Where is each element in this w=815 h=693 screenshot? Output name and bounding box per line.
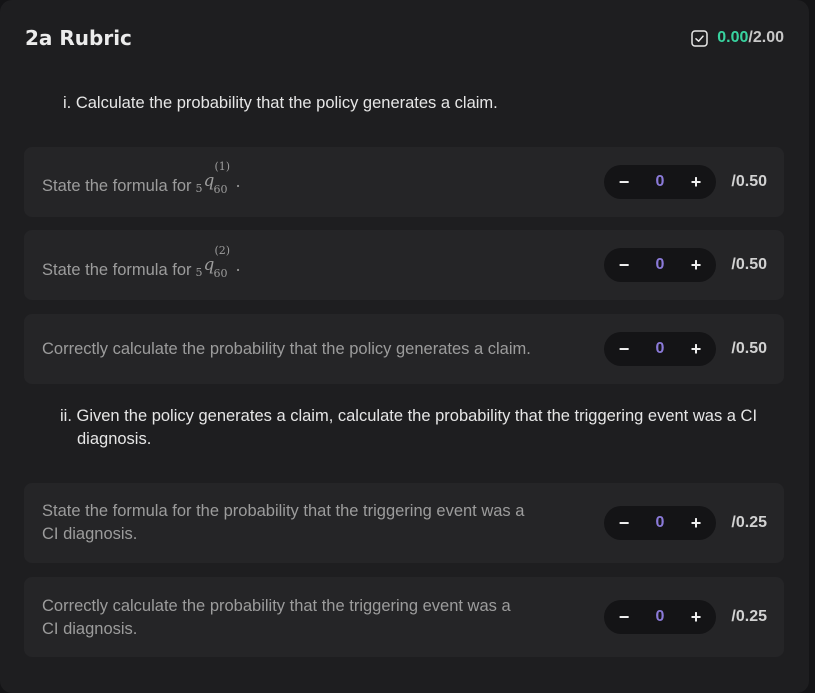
score-stepper: − 0 + [604, 600, 716, 634]
max-points: /0.50 [731, 340, 767, 357]
criterion-text: Correctly calculate the probability that… [42, 340, 531, 358]
criterion-card: Correctly calculate the probability that… [24, 577, 784, 657]
score-value[interactable]: 0 [656, 256, 665, 274]
score-value[interactable]: 0 [656, 514, 665, 532]
criterion-text: State the formula for 5 q (1) 60. [42, 160, 241, 196]
criterion-text: State the formula for the probability th… [42, 502, 525, 543]
increment-button[interactable]: + [688, 514, 704, 532]
max-points: /0.50 [731, 173, 767, 190]
score-stepper: − 0 + [604, 248, 716, 282]
score-stepper: − 0 + [604, 332, 716, 366]
section-heading-ii: ii. Given the policy generates a claim, … [60, 407, 758, 448]
total-score: 0.00/2.00 [691, 29, 784, 47]
decrement-button[interactable]: − [616, 514, 632, 532]
decrement-button[interactable]: − [616, 340, 632, 358]
math-5q60-2: 5 q (2) 60. [195, 244, 241, 280]
score-earned: 0.00 [717, 29, 749, 46]
decrement-button[interactable]: − [616, 173, 632, 191]
max-points: /0.25 [731, 608, 767, 625]
section-heading-i: i. Calculate the probability that the po… [63, 94, 498, 112]
score-stepper: − 0 + [604, 165, 716, 199]
score-stepper: − 0 + [604, 506, 716, 540]
criterion-card: State the formula for the probability th… [24, 483, 784, 563]
score-value[interactable]: 0 [656, 173, 665, 191]
criterion-card: Correctly calculate the probability that… [24, 314, 784, 384]
increment-button[interactable]: + [688, 256, 704, 274]
criterion-card: State the formula for 5 q (2) 60. − 0 + /0.5… [24, 230, 784, 300]
decrement-button[interactable]: − [616, 256, 632, 274]
increment-button[interactable]: + [688, 340, 704, 358]
criterion-text: State the formula for 5 q (2) 60. [42, 244, 241, 280]
increment-button[interactable]: + [688, 173, 704, 191]
score-value[interactable]: 0 [656, 340, 665, 358]
max-points: /0.50 [731, 256, 767, 273]
score-value[interactable]: 0 [656, 608, 665, 626]
checkbox-check-icon [691, 29, 709, 47]
rubric-panel: 2a Rubric 0.00/2.00 i. Calculate the pro… [0, 0, 809, 693]
rubric-header: 2a Rubric 0.00/2.00 [25, 24, 784, 52]
rubric-title: 2a Rubric [25, 26, 132, 50]
criterion-card: State the formula for 5 q (1) 60. − 0 + /0.5… [24, 147, 784, 217]
max-points: /0.25 [731, 514, 767, 531]
decrement-button[interactable]: − [616, 608, 632, 626]
math-5q60-1: 5 q (1) 60. [195, 160, 241, 196]
criterion-text: Correctly calculate the probability that… [42, 597, 511, 638]
increment-button[interactable]: + [688, 608, 704, 626]
score-total: /2.00 [748, 29, 784, 46]
